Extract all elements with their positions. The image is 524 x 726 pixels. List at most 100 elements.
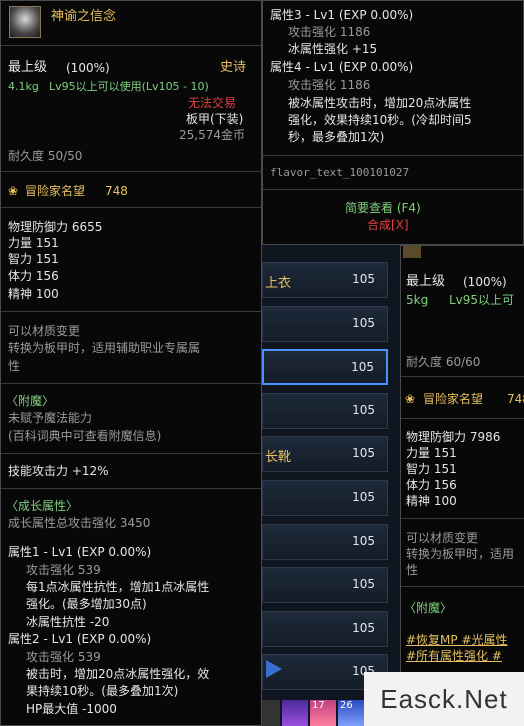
left-divider-2 — [1, 207, 261, 208]
equipment-list-row[interactable]: 105 — [262, 306, 388, 342]
item-weight: 4.1kg — [8, 80, 39, 93]
stat-vit: 体力 156 — [8, 269, 59, 283]
right-stat-spi: 精神 100 — [406, 494, 457, 508]
attr1-res: 冰属性抗性 -20 — [26, 615, 110, 629]
reputation-value: 748 — [105, 184, 128, 198]
item-name: 神谕之信念 — [51, 9, 117, 24]
equipment-row-level: 105 — [351, 360, 374, 374]
left-divider-4 — [1, 383, 261, 384]
left-divider-5 — [1, 453, 261, 454]
attr3-ice: 冰属性强化 +15 — [288, 42, 378, 56]
right-item-icon-partial — [403, 246, 421, 258]
stat-phys-def: 物理防御力 6655 — [8, 220, 103, 234]
next-page-arrow-icon[interactable] — [266, 660, 282, 678]
equipment-list-row[interactable]: 105 — [262, 393, 388, 429]
attr1-title: 属性1 - Lv1 (EXP 0.00%) — [8, 545, 152, 559]
material-1: 可以材质变更 — [8, 324, 81, 338]
right-reputation-value: 748 — [507, 392, 524, 406]
stat-str: 力量 151 — [8, 236, 59, 250]
right-stat-vit: 体力 156 — [406, 478, 457, 492]
right-divider-3 — [401, 518, 524, 519]
attr1-desc-1: 每1点冰属性抗性，增加1点冰属性 — [26, 580, 210, 594]
attr4-desc-1: 被冰属性攻击时，增加20点冰属性 — [288, 96, 472, 110]
material-3: 性 — [8, 359, 21, 373]
right-weight: 5kg — [406, 293, 429, 307]
item-rarity: 史诗 — [220, 60, 247, 75]
attr2-desc-2: 果持续10秒。(最多叠加1次) — [26, 684, 179, 698]
attr4-title: 属性4 - Lv1 (EXP 0.00%) — [270, 60, 414, 74]
item-grade: 最上级 — [8, 60, 48, 75]
right-durability: 耐久度 60/60 — [406, 355, 481, 369]
enchant-line-2: (百科词典中可查看附魔信息) — [8, 429, 162, 443]
equipment-list-row[interactable]: 长靴 105 — [262, 436, 388, 472]
right-item-tooltip: 最上级 (100%) 5kg Lv95以上可 耐久度 60/60 ❀ 冒险家名望… — [400, 245, 524, 726]
left-item-tooltip: 神谕之信念 最上级 (100%) 史诗 4.1kg Lv95以上可以使用(Lv1… — [0, 0, 262, 726]
reputation-icon: ❀ — [8, 184, 19, 198]
attr4-desc-3: 秒，最多叠加1次) — [288, 130, 385, 144]
right-grade: 最上级 — [406, 274, 446, 289]
left-divider-header — [1, 45, 261, 46]
equipment-row-level: 105 — [352, 490, 375, 504]
right-stat-int: 智力 151 — [406, 462, 457, 476]
growth-title: 〈成长属性〉 — [6, 499, 79, 513]
right-material-2: 转换为板甲时，适用 — [406, 547, 515, 561]
equipment-list-row[interactable]: 105 — [262, 611, 388, 647]
equipment-list-row[interactable]: 105 — [262, 524, 388, 560]
attr3-atk: 攻击强化 1186 — [288, 25, 371, 39]
attr2-hp: HP最大值 -1000 — [26, 702, 117, 716]
item-icon — [9, 6, 41, 38]
left-divider-1 — [1, 171, 261, 172]
equipment-row-name: 上衣 — [265, 276, 292, 291]
right-level-req: Lv95以上可 — [449, 293, 515, 307]
item-durability: 耐久度 50/50 — [8, 149, 83, 163]
left-divider-3 — [1, 311, 261, 312]
equipment-row-level: 105 — [352, 272, 375, 286]
top-right-tooltip: 属性3 - Lv1 (EXP 0.00%) 攻击强化 1186 冰属性强化 +1… — [262, 0, 524, 245]
right-reputation-icon: ❀ — [405, 392, 416, 406]
compose-button[interactable]: 合成[X] — [367, 217, 409, 233]
equipment-row-level: 105 — [352, 446, 375, 460]
item-grade-pct: (100%) — [66, 61, 110, 75]
brief-view-button[interactable]: 简要查看 (F4) — [345, 200, 421, 216]
hotbar-count-26: 26 — [340, 700, 353, 711]
right-stat-phys-def: 物理防御力 7986 — [406, 430, 501, 444]
right-stat-str: 力量 151 — [406, 446, 457, 460]
hotbar-count-17: 17 — [312, 700, 325, 711]
right-divider-2 — [401, 418, 524, 419]
attr1-desc-2: 强化。(最多增加30点) — [26, 597, 147, 611]
hotbar-slot-1[interactable] — [260, 700, 280, 726]
attr3-title: 属性3 - Lv1 (EXP 0.00%) — [270, 8, 414, 22]
equipment-row-level: 105 — [352, 403, 375, 417]
equipment-list-row[interactable]: 105 — [262, 567, 388, 603]
right-enchant-title: 〈附魔〉 — [404, 601, 453, 615]
attr2-title: 属性2 - Lv1 (EXP 0.00%) — [8, 632, 152, 646]
item-trade: 无法交易 — [188, 96, 237, 110]
attr4-desc-2: 强化，效果持续10秒。(冷却时间5 — [288, 113, 472, 127]
equipment-row-level: 105 — [352, 621, 375, 635]
equipment-row-level: 105 — [352, 577, 375, 591]
skill-attack: 技能攻击力 +12% — [8, 464, 109, 478]
equipment-row-name: 长靴 — [265, 450, 292, 465]
hotbar-slot-2[interactable] — [282, 700, 308, 726]
stat-spi: 精神 100 — [8, 287, 59, 301]
material-2: 转换为板甲时，适用辅助职业专属属 — [8, 341, 201, 355]
attr2-desc-1: 被击时，增加20点冰属性强化，效 — [26, 667, 210, 681]
equipment-list-row[interactable]: 105 — [262, 349, 388, 385]
right-divider-4 — [401, 586, 524, 587]
right-material-3: 性 — [406, 563, 419, 577]
top-right-divider-1 — [263, 155, 523, 156]
equipment-list-row[interactable]: 上衣 105 — [262, 262, 388, 298]
right-divider-1 — [401, 376, 524, 377]
watermark: Easck.Net — [364, 672, 524, 726]
enchant-title: 〈附魔〉 — [6, 394, 55, 408]
top-right-divider-2 — [263, 189, 523, 190]
equipment-list-row[interactable]: 105 — [262, 480, 388, 516]
growth-total: 成长属性总攻击强化 3450 — [8, 516, 151, 530]
right-material-1: 可以材质变更 — [406, 531, 479, 545]
item-slot: 板甲(下装) — [186, 112, 244, 126]
flavor-text: flavor_text_100101027 — [270, 166, 410, 179]
stat-int: 智力 151 — [8, 252, 59, 266]
right-reputation-label: 冒险家名望 — [423, 392, 484, 406]
right-tags-1: #恢复MP #光属性 — [406, 633, 508, 647]
equipment-row-level: 105 — [352, 534, 375, 548]
